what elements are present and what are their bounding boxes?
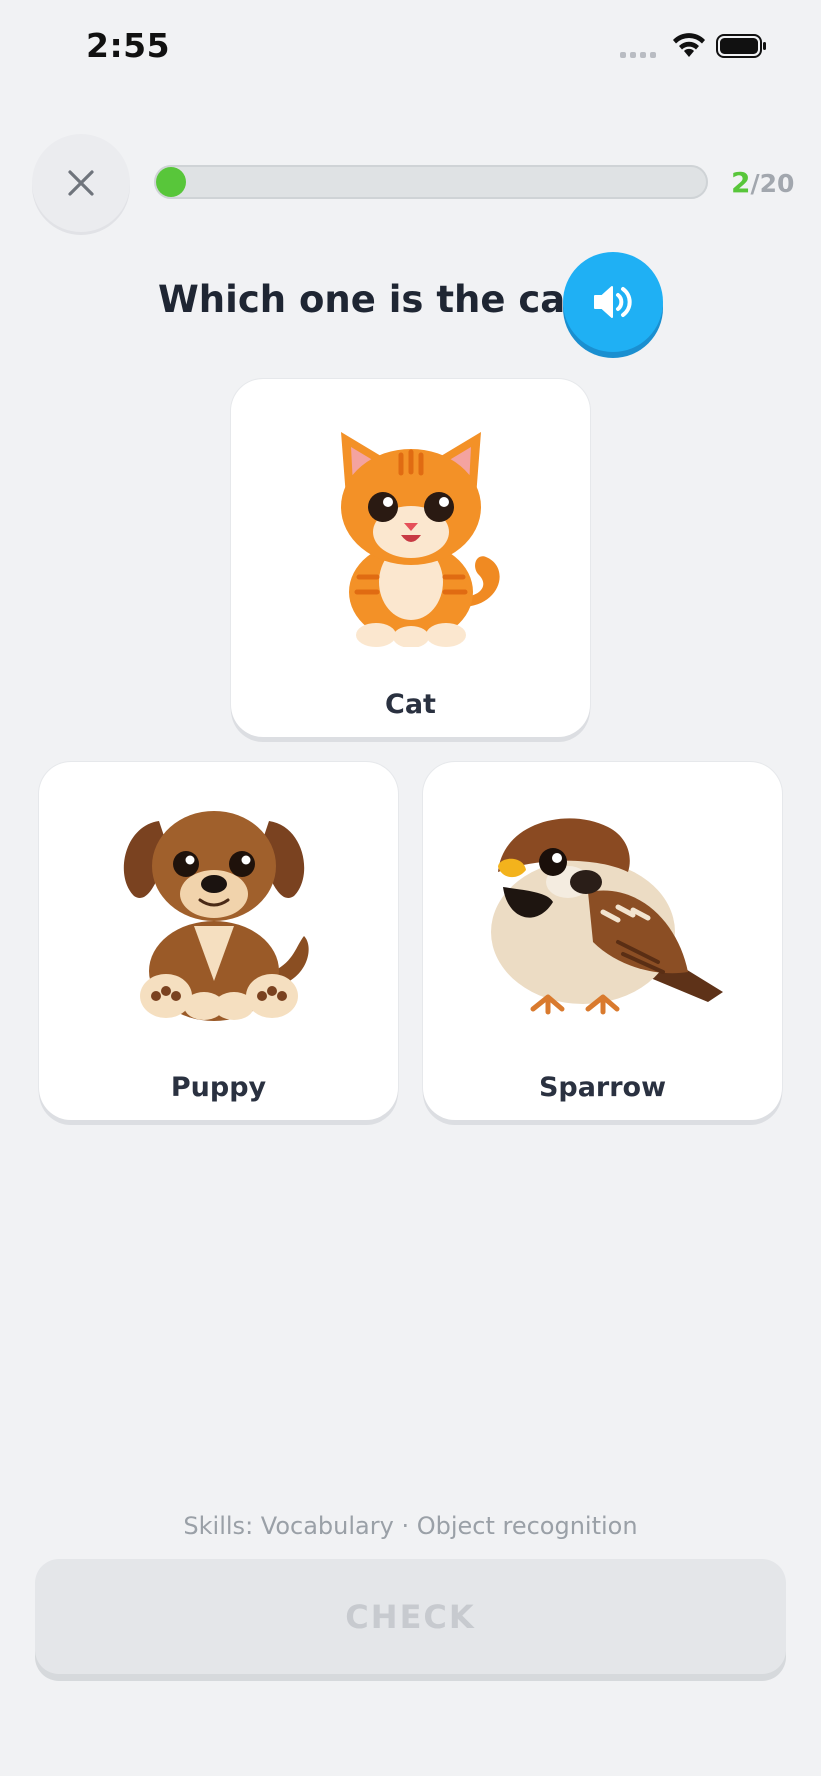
close-button[interactable] — [32, 134, 130, 232]
speaker-icon — [594, 286, 632, 318]
progress-fill — [156, 167, 186, 197]
play-audio-button[interactable] — [563, 252, 663, 352]
option-card-puppy[interactable]: Puppy — [39, 762, 398, 1120]
progress-bar — [154, 165, 708, 199]
sparrow-illustration — [490, 818, 723, 1015]
close-icon — [68, 170, 94, 196]
cellular-signal-icon — [620, 50, 660, 58]
progress-current: 2 — [731, 166, 751, 199]
progress-total: /20 — [750, 169, 795, 198]
skills-caption: Skills: Vocabulary · Object recognition — [183, 1512, 638, 1540]
cat-illustration — [340, 432, 500, 647]
check-button[interactable]: CHECK — [35, 1559, 786, 1674]
option-label: Cat — [385, 689, 436, 720]
option-label: Puppy — [170, 1072, 267, 1103]
battery-icon — [716, 34, 766, 58]
status-time: 2:55 — [86, 26, 171, 65]
progress-counter: 2/20 — [731, 166, 794, 199]
wifi-icon — [673, 33, 705, 57]
question-text: Which one is the cat? — [158, 278, 605, 321]
option-card-sparrow[interactable]: Sparrow — [423, 762, 782, 1120]
puppy-illustration — [123, 811, 309, 1021]
option-label: Sparrow — [538, 1072, 667, 1103]
option-card-cat[interactable]: Cat — [231, 379, 590, 737]
